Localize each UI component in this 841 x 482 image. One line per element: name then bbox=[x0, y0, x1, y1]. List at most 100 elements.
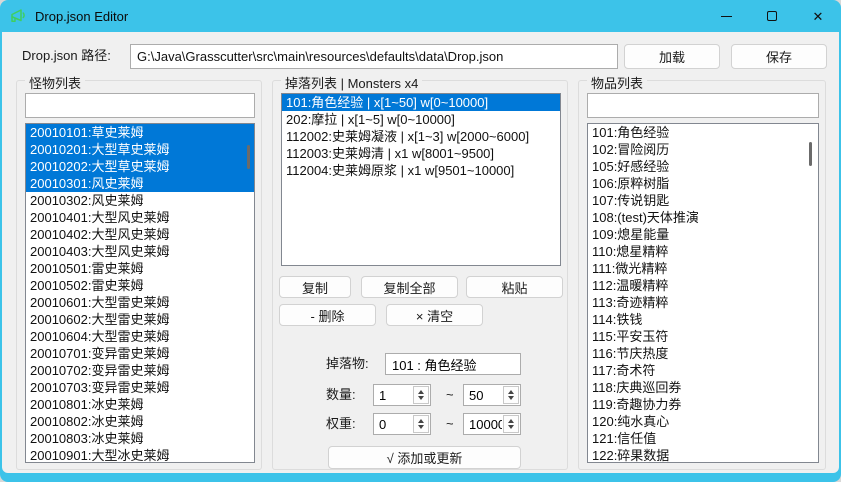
list-item[interactable]: 202:摩拉 | x[1~5] w[0~10000] bbox=[282, 111, 560, 128]
spinner-buttons[interactable] bbox=[503, 386, 519, 404]
list-item[interactable]: 20010803:冰史莱姆 bbox=[26, 430, 254, 447]
list-item[interactable]: 116:节庆热度 bbox=[588, 345, 818, 362]
list-item[interactable]: 20010401:大型风史莱姆 bbox=[26, 209, 254, 226]
list-item[interactable]: 105:好感经验 bbox=[588, 158, 818, 175]
list-item[interactable]: 106:原粹树脂 bbox=[588, 175, 818, 192]
list-item[interactable]: 117:奇术符 bbox=[588, 362, 818, 379]
spin-up-icon[interactable] bbox=[508, 390, 514, 394]
weight-min-input[interactable] bbox=[374, 414, 412, 434]
spin-down-icon[interactable] bbox=[508, 396, 514, 400]
list-item[interactable]: 108:(test)天体推演 bbox=[588, 209, 818, 226]
monster-panel-title: 怪物列表 bbox=[25, 73, 85, 92]
spin-up-icon[interactable] bbox=[508, 419, 514, 423]
load-button[interactable]: 加载 bbox=[624, 44, 720, 69]
list-item[interactable]: 20010602:大型雷史莱姆 bbox=[26, 311, 254, 328]
list-item[interactable]: 102:冒险阅历 bbox=[588, 141, 818, 158]
list-item[interactable]: 20010703:变异雷史莱姆 bbox=[26, 379, 254, 396]
spinner-buttons[interactable] bbox=[413, 386, 429, 404]
spin-up-icon[interactable] bbox=[418, 419, 424, 423]
list-item[interactable]: 20010701:变异雷史莱姆 bbox=[26, 345, 254, 362]
close-icon: ✕ bbox=[813, 10, 824, 23]
item-list-scrollbar[interactable] bbox=[809, 142, 812, 166]
drop-listbox[interactable]: 101:角色经验 | x[1~50] w[0~10000]202:摩拉 | x[… bbox=[281, 93, 561, 266]
list-item[interactable]: 20010802:冰史莱姆 bbox=[26, 413, 254, 430]
drop-item-input[interactable] bbox=[385, 353, 521, 375]
list-item[interactable]: 20010801:冰史莱姆 bbox=[26, 396, 254, 413]
list-item[interactable]: 114:铁钱 bbox=[588, 311, 818, 328]
monster-panel: 怪物列表 20010101:草史莱姆20010201:大型草史莱姆2001020… bbox=[16, 80, 262, 470]
list-item[interactable]: 113:奇迹精粹 bbox=[588, 294, 818, 311]
spin-down-icon[interactable] bbox=[418, 425, 424, 429]
list-item[interactable]: 20010402:大型风史莱姆 bbox=[26, 226, 254, 243]
maximize-icon bbox=[767, 11, 777, 21]
list-item[interactable]: 112004:史莱姆原浆 | x1 w[9501~10000] bbox=[282, 162, 560, 179]
paste-button[interactable]: 粘贴 bbox=[466, 276, 563, 298]
monster-listbox[interactable]: 20010101:草史莱姆20010201:大型草史莱姆20010202:大型草… bbox=[25, 123, 255, 463]
copy-button[interactable]: 复制 bbox=[279, 276, 351, 298]
count-max-input[interactable] bbox=[464, 385, 502, 405]
list-item[interactable]: 115:平安玉符 bbox=[588, 328, 818, 345]
spin-up-icon[interactable] bbox=[418, 390, 424, 394]
list-item[interactable]: 118:庆典巡回券 bbox=[588, 379, 818, 396]
list-item[interactable]: 122:碎果数据 bbox=[588, 447, 818, 463]
titlebar[interactable]: Drop.json Editor ✕ bbox=[0, 0, 841, 32]
list-item[interactable]: 112002:史莱姆凝液 | x[1~3] w[2000~6000] bbox=[282, 128, 560, 145]
list-item[interactable]: 109:熄星能量 bbox=[588, 226, 818, 243]
item-search-input[interactable] bbox=[587, 93, 819, 118]
list-item[interactable]: 110:熄星精粹 bbox=[588, 243, 818, 260]
spin-down-icon[interactable] bbox=[418, 396, 424, 400]
list-item[interactable]: 120:纯水真心 bbox=[588, 413, 818, 430]
item-panel-title: 物品列表 bbox=[587, 73, 647, 92]
list-item[interactable]: 111:微光精粹 bbox=[588, 260, 818, 277]
app-window: Drop.json Editor ✕ Drop.json 路径: 加载 保存 怪… bbox=[0, 0, 841, 482]
window-content: Drop.json 路径: 加载 保存 怪物列表 20010101:草史莱姆20… bbox=[2, 32, 839, 473]
minimize-button[interactable] bbox=[703, 0, 749, 32]
list-item[interactable]: 20010601:大型雷史莱姆 bbox=[26, 294, 254, 311]
count-max-stepper[interactable] bbox=[463, 384, 521, 406]
drop-panel: 掉落列表 | Monsters x4 101:角色经验 | x[1~50] w[… bbox=[272, 80, 568, 470]
count-range-separator: ~ bbox=[446, 384, 454, 406]
list-item[interactable]: 107:传说钥匙 bbox=[588, 192, 818, 209]
list-item[interactable]: 20010702:变异雷史莱姆 bbox=[26, 362, 254, 379]
copy-all-button[interactable]: 复制全部 bbox=[361, 276, 458, 298]
maximize-button[interactable] bbox=[749, 0, 795, 32]
clear-button[interactable]: × 清空 bbox=[386, 304, 483, 326]
spin-down-icon[interactable] bbox=[508, 425, 514, 429]
list-item[interactable]: 20010101:草史莱姆 bbox=[26, 124, 254, 141]
weight-min-stepper[interactable] bbox=[373, 413, 431, 435]
monster-search-input[interactable] bbox=[25, 93, 255, 118]
close-button[interactable]: ✕ bbox=[795, 0, 841, 32]
list-item[interactable]: 20010202:大型草史莱姆 bbox=[26, 158, 254, 175]
drop-item-label: 掉落物: bbox=[326, 353, 369, 375]
list-item[interactable]: 112003:史莱姆清 | x1 w[8001~9500] bbox=[282, 145, 560, 162]
delete-button[interactable]: - 删除 bbox=[279, 304, 376, 326]
list-item[interactable]: 20010403:大型风史莱姆 bbox=[26, 243, 254, 260]
item-panel: 物品列表 101:角色经验102:冒险阅历105:好感经验106:原粹树脂107… bbox=[578, 80, 826, 470]
count-min-input[interactable] bbox=[374, 385, 412, 405]
weight-max-input[interactable] bbox=[464, 414, 502, 434]
count-label: 数量: bbox=[326, 384, 356, 406]
list-item[interactable]: 20010301:风史莱姆 bbox=[26, 175, 254, 192]
list-item[interactable]: 20010604:大型雷史莱姆 bbox=[26, 328, 254, 345]
spinner-buttons[interactable] bbox=[503, 415, 519, 433]
list-item[interactable]: 112:温暖精粹 bbox=[588, 277, 818, 294]
list-item[interactable]: 20010302:风史莱姆 bbox=[26, 192, 254, 209]
path-label: Drop.json 路径: bbox=[22, 44, 111, 68]
count-min-stepper[interactable] bbox=[373, 384, 431, 406]
item-listbox[interactable]: 101:角色经验102:冒险阅历105:好感经验106:原粹树脂107:传说钥匙… bbox=[587, 123, 819, 463]
weight-max-stepper[interactable] bbox=[463, 413, 521, 435]
path-input[interactable] bbox=[130, 44, 618, 69]
list-item[interactable]: 119:奇趣协力券 bbox=[588, 396, 818, 413]
list-item[interactable]: 20010501:雷史莱姆 bbox=[26, 260, 254, 277]
list-item[interactable]: 20010901:大型冰史莱姆 bbox=[26, 447, 254, 463]
save-button[interactable]: 保存 bbox=[731, 44, 827, 69]
list-item[interactable]: 20010502:雷史莱姆 bbox=[26, 277, 254, 294]
monster-list-scrollbar[interactable] bbox=[247, 145, 250, 169]
list-item[interactable]: 121:信任值 bbox=[588, 430, 818, 447]
spinner-buttons[interactable] bbox=[413, 415, 429, 433]
add-or-update-button[interactable]: √ 添加或更新 bbox=[328, 446, 521, 469]
minimize-icon bbox=[721, 16, 732, 17]
list-item[interactable]: 20010201:大型草史莱姆 bbox=[26, 141, 254, 158]
list-item[interactable]: 101:角色经验 bbox=[588, 124, 818, 141]
list-item[interactable]: 101:角色经验 | x[1~50] w[0~10000] bbox=[282, 94, 560, 111]
